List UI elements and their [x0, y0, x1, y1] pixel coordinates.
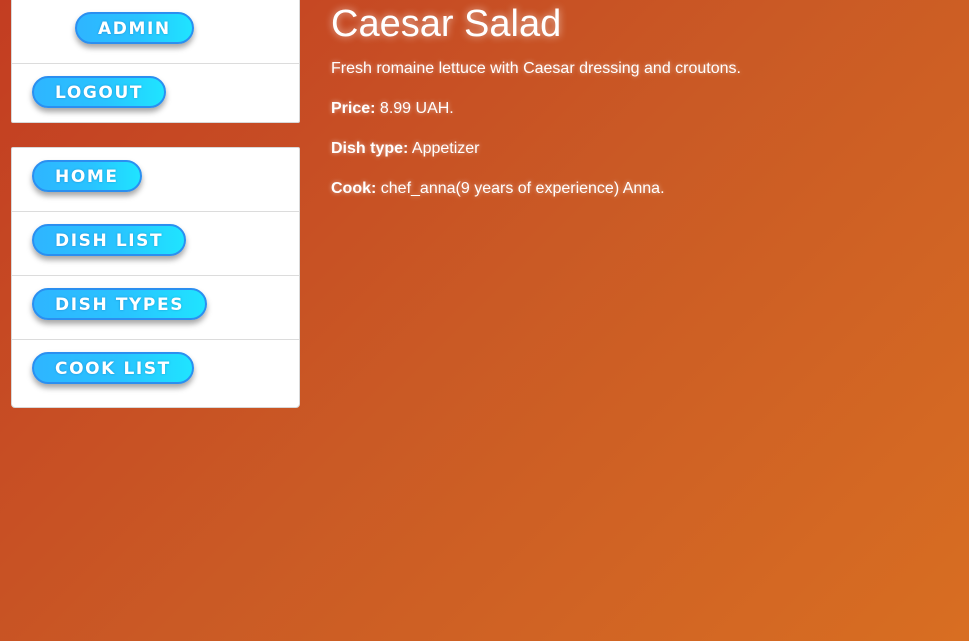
- admin-button[interactable]: ADMIN: [75, 12, 194, 44]
- dish-type-label: Dish type:: [331, 140, 409, 157]
- price-label: Price:: [331, 100, 376, 117]
- dish-type: Dish type: Appetizer: [331, 139, 741, 159]
- nav-row-dish-list: DISH LIST: [12, 212, 299, 276]
- account-row-logout: LOGOUT: [12, 64, 299, 128]
- dish-title: Caesar Salad: [331, 3, 562, 45]
- dish-price: Price: 8.99 UAH.: [331, 99, 741, 119]
- nav-dish-list-button[interactable]: DISH LIST: [32, 224, 187, 256]
- dish-detail: Caesar Salad Fresh romaine lettuce with …: [331, 0, 741, 199]
- dish-type-value: Appetizer: [411, 140, 480, 157]
- nav-home-button[interactable]: HOME: [32, 160, 142, 192]
- dish-cook: Cook: chef_anna(9 years of experience) A…: [331, 179, 741, 199]
- dish-description: Fresh romaine lettuce with Caesar dressi…: [331, 60, 741, 77]
- nav-panel: HOME DISH LIST DISH TYPES COOK LIST: [11, 147, 300, 408]
- nav-row-home: HOME: [12, 148, 299, 212]
- nav-cook-list-button[interactable]: COOK LIST: [32, 352, 194, 384]
- logout-button[interactable]: LOGOUT: [32, 76, 167, 108]
- account-row-admin: ADMIN: [12, 0, 299, 64]
- cook-label: Cook:: [331, 180, 377, 197]
- account-panel: ADMIN LOGOUT: [11, 0, 300, 123]
- cook-value: chef_anna(9 years of experience) Anna.: [380, 180, 665, 197]
- nav-row-cook-list: COOK LIST: [12, 340, 299, 404]
- nav-row-dish-types: DISH TYPES: [12, 276, 299, 340]
- nav-dish-types-button[interactable]: DISH TYPES: [32, 288, 208, 320]
- price-value: 8.99 UAH.: [379, 100, 454, 117]
